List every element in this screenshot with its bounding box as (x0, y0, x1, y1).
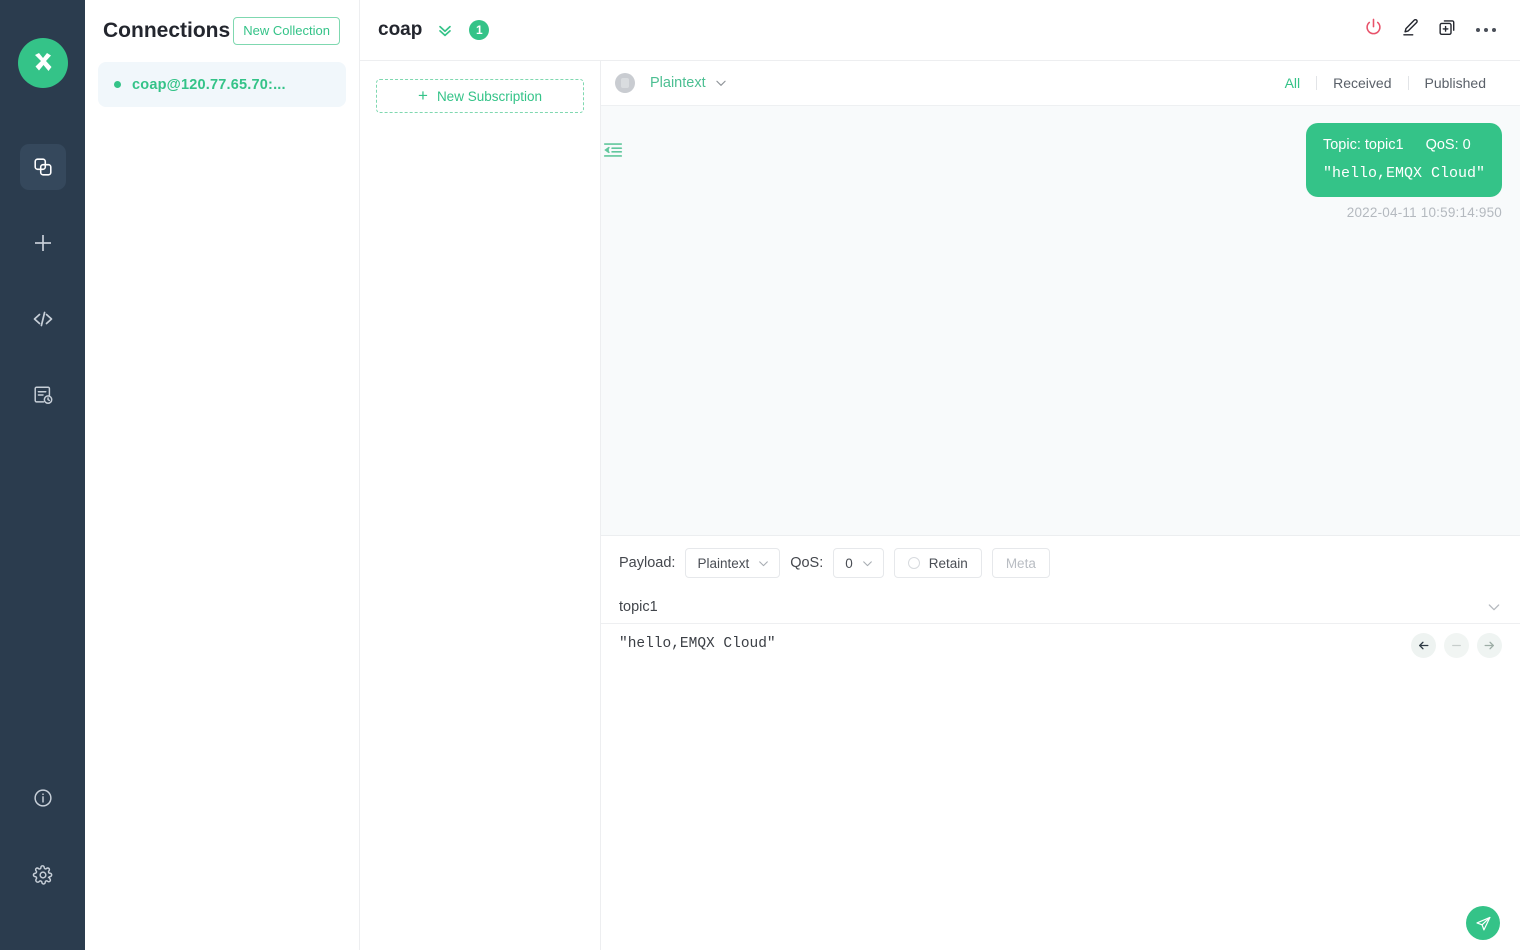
retain-checkbox-icon (908, 557, 920, 569)
message-filter-tabs: All Received Published (1269, 75, 1502, 91)
chevron-down-icon (757, 557, 770, 570)
code-script-icon[interactable] (20, 296, 66, 342)
message-bubble[interactable]: Topic: topic1 QoS: 0 "hello,EMQX Cloud" (1306, 123, 1502, 197)
list-item[interactable]: coap@120.77.65.70:... (98, 62, 346, 107)
payload-history-controls (1411, 633, 1502, 658)
retain-label: Retain (929, 556, 968, 571)
history-next-button[interactable] (1477, 633, 1502, 658)
duplicate-add-icon[interactable] (1437, 17, 1458, 43)
send-button[interactable] (1466, 906, 1500, 940)
message-meta: Topic: topic1 QoS: 0 (1323, 137, 1485, 153)
workspace: + New Subscription Plai (360, 61, 1520, 950)
message-qos: QoS: 0 (1426, 137, 1471, 153)
chevron-down-icon (861, 557, 874, 570)
qos-label: QoS: (790, 555, 823, 571)
connections-header: Connections New Collection (85, 0, 359, 62)
connection-name: coap@120.77.65.70:... (132, 77, 286, 93)
main-column: coap 1 (360, 0, 1520, 950)
message-timestamp: 2022-04-11 10:59:14:950 (1347, 205, 1502, 220)
tab-all[interactable]: All (1269, 75, 1317, 91)
messages-column: Plaintext All Received Published (601, 61, 1520, 950)
more-options-icon[interactable] (1474, 28, 1498, 32)
meta-button[interactable]: Meta (992, 548, 1050, 578)
subscriptions-panel: + New Subscription (360, 61, 601, 950)
publish-panel: Payload: Plaintext QoS: 0 (601, 535, 1520, 950)
message-payload: "hello,EMQX Cloud" (1323, 165, 1485, 182)
payload-format-select[interactable]: Plaintext (685, 548, 780, 578)
new-subscription-button[interactable]: + New Subscription (376, 79, 584, 113)
sidebar-item-connections[interactable] (20, 144, 66, 190)
payload-editor[interactable]: "hello,EMQX Cloud" (601, 624, 1520, 950)
chevron-down-icon[interactable] (435, 20, 455, 40)
plus-icon: + (418, 87, 428, 104)
new-connection-plus-icon[interactable] (20, 220, 66, 266)
connection-title: coap (378, 19, 422, 41)
connection-actions (1363, 17, 1498, 43)
history-none-button (1444, 633, 1469, 658)
qos-select[interactable]: 0 (833, 548, 884, 578)
messages-format-label[interactable]: Plaintext (650, 75, 706, 91)
page-title: Connections (103, 19, 230, 43)
list-item: Topic: topic1 QoS: 0 "hello,EMQX Cloud" … (619, 123, 1502, 220)
connections-panel: Connections New Collection coap@120.77.6… (85, 0, 360, 950)
message-topic: Topic: topic1 (1323, 137, 1404, 153)
qos-value: 0 (845, 556, 853, 571)
connection-count-badge: 1 (469, 20, 489, 40)
history-prev-button[interactable] (1411, 633, 1436, 658)
payload-label: Payload: (619, 555, 675, 571)
connection-status-dot (114, 81, 121, 88)
rail-primary-icons (20, 144, 66, 448)
messages-toolbar: Plaintext All Received Published (601, 61, 1520, 106)
chevron-down-icon[interactable] (1486, 599, 1502, 615)
chevron-down-icon[interactable] (714, 76, 728, 90)
retain-toggle[interactable]: Retain (894, 548, 982, 578)
topic-input[interactable]: topic1 (619, 599, 1486, 615)
publish-topic-row[interactable]: topic1 (601, 590, 1520, 624)
new-collection-button[interactable]: New Collection (233, 17, 340, 45)
edit-pencil-icon[interactable] (1400, 17, 1421, 43)
collapse-panel-icon[interactable] (602, 139, 624, 166)
log-history-icon[interactable] (20, 372, 66, 418)
tab-received[interactable]: Received (1317, 75, 1407, 91)
mqttx-logo (18, 38, 68, 88)
payload-format-value: Plaintext (697, 556, 749, 571)
meta-label: Meta (1006, 556, 1036, 571)
app-root: Connections New Collection coap@120.77.6… (0, 0, 1520, 950)
connections-list: coap@120.77.65.70:... (85, 62, 359, 107)
new-subscription-label: New Subscription (437, 89, 542, 104)
settings-gear-icon[interactable] (20, 852, 66, 898)
rail-bottom-icons (0, 775, 85, 898)
tab-published[interactable]: Published (1409, 75, 1503, 91)
left-icon-rail (0, 0, 85, 950)
about-info-icon[interactable] (20, 775, 66, 821)
payload-format-placeholder-icon (615, 73, 635, 93)
power-icon[interactable] (1363, 17, 1384, 43)
payload-editor-value: "hello,EMQX Cloud" (619, 636, 1502, 652)
connection-toolbar: coap 1 (360, 0, 1520, 61)
message-list: Topic: topic1 QoS: 0 "hello,EMQX Cloud" … (601, 106, 1520, 535)
publish-options: Payload: Plaintext QoS: 0 (601, 536, 1520, 590)
